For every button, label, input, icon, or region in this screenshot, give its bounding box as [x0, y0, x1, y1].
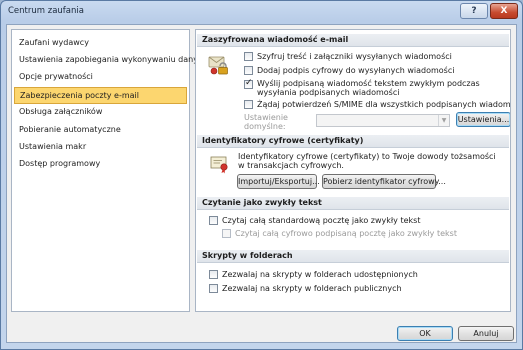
default-setting-select[interactable]: ▼ [316, 114, 450, 127]
default-setting-label: Ustawienie domyślne: [244, 113, 288, 131]
allow-shared-scripts-checkbox[interactable] [209, 270, 218, 279]
add-signature-checkbox[interactable] [244, 66, 253, 75]
close-button[interactable]: X [490, 3, 518, 19]
encrypt-contents-label: Szyfruj treść i załączniki wysyłanych wi… [257, 52, 452, 61]
nav-item-automatic-download[interactable]: Pobieranie automatyczne [14, 122, 187, 139]
read-signed-plain-checkbox[interactable] [222, 229, 231, 238]
section-header-encrypted-email: Zaszyfrowana wiadomość e-mail [197, 34, 509, 47]
section-header-scripts: Skrypty w folderach [197, 250, 509, 263]
section-header-plain-text: Czytanie jako zwykły tekst [197, 197, 509, 210]
nav-item-dep-settings[interactable]: Ustawienia zapobiegania wykonywaniu dany… [14, 52, 207, 69]
get-digital-id-button[interactable]: Pobierz identyfikator cyfrowy... [322, 174, 446, 189]
read-standard-plain-label: Czytaj całą standardową pocztę jako zwyk… [222, 216, 421, 225]
nav-item-email-security[interactable]: Zabezpieczenia poczty e-mail [14, 87, 187, 104]
add-signature-label: Dodaj podpis cyfrowy do wysyłanych wiado… [257, 66, 455, 75]
encrypt-contents-checkbox[interactable] [244, 52, 253, 61]
section-header-digital-ids: Identyfikatory cyfrowe (certyfikaty) [197, 135, 509, 148]
settings-button[interactable]: Ustawienia... [456, 112, 510, 127]
nav-item-programmatic-access[interactable]: Dostęp programowy [14, 156, 187, 173]
allow-public-scripts-label: Zezwalaj na skrypty w folderach publiczn… [222, 284, 402, 293]
nav-item-trusted-publishers[interactable]: Zaufani wydawcy [14, 35, 187, 52]
allow-shared-scripts-label: Zezwalaj na skrypty w folderach udostępn… [222, 270, 418, 279]
trust-center-dialog: Centrum zaufania ? X Zaufani wydawcy Ust… [0, 0, 523, 350]
nav-item-macro-settings[interactable]: Ustawienia makr [14, 139, 187, 156]
chevron-down-icon: ▼ [438, 115, 449, 126]
window-title: Centrum zaufania [8, 6, 84, 16]
send-clear-signed-label: Wyślij podpisaną wiadomość tekstem zwykł… [257, 79, 480, 97]
cancel-button[interactable]: Anuluj [458, 326, 514, 341]
request-receipt-label: Żądaj potwierdzeń S/MIME dla wszystkich … [257, 100, 511, 109]
send-clear-signed-checkbox[interactable] [244, 78, 253, 89]
certificate-icon [210, 154, 230, 174]
dialog-body: Zaufani wydawcy Ustawienia zapobiegania … [6, 24, 517, 343]
digital-ids-description: Identyfikatory cyfrowe (certyfikaty) to … [238, 152, 496, 170]
read-standard-plain-checkbox[interactable] [209, 216, 218, 225]
nav-item-attachment-handling[interactable]: Obsługa załączników [14, 104, 187, 121]
category-list: Zaufani wydawcy Ustawienia zapobiegania … [11, 29, 207, 312]
import-export-button[interactable]: Importuj/Eksportuj... [237, 174, 320, 189]
title-bar[interactable]: Centrum zaufania ? X [1, 1, 522, 23]
lock-key-icon [208, 55, 234, 75]
request-receipt-checkbox[interactable] [244, 100, 253, 109]
read-signed-plain-label: Czytaj całą cyfrowo podpisaną pocztę jak… [235, 229, 457, 238]
allow-public-scripts-checkbox[interactable] [209, 284, 218, 293]
nav-item-privacy-options[interactable]: Opcje prywatności [14, 69, 187, 86]
help-button[interactable]: ? [460, 3, 488, 19]
settings-panel: Zaszyfrowana wiadomość e-mail Szyfruj tr… [195, 29, 511, 312]
ok-button[interactable]: OK [397, 326, 453, 341]
